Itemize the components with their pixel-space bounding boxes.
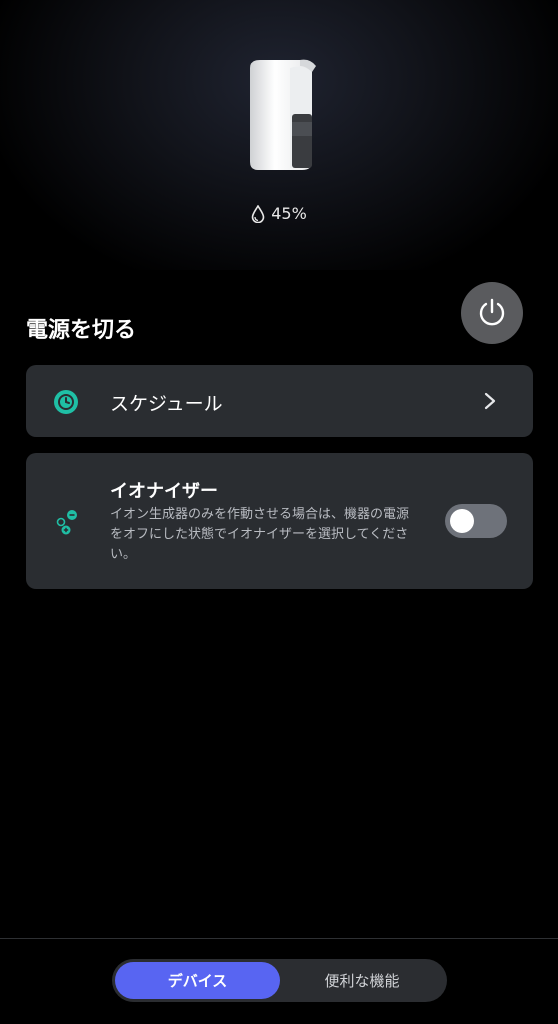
humidity-value: 45%: [271, 204, 307, 223]
water-drop-icon: [251, 204, 265, 223]
power-button[interactable]: [461, 282, 523, 344]
ionizer-description: イオン生成器のみを作動させる場合は、機器の電源をオフにした状態でイオナイザーを選…: [110, 507, 410, 562]
bottom-divider: [0, 938, 558, 939]
power-off-label: 電源を切る: [26, 318, 137, 343]
tab-device[interactable]: デバイス: [115, 962, 280, 999]
power-icon: [479, 298, 505, 326]
schedule-row[interactable]: スケジュール: [26, 365, 533, 437]
tab-features[interactable]: 便利な機能: [280, 962, 444, 999]
schedule-label: スケジュール: [110, 393, 223, 415]
air-purifier-icon: [250, 59, 316, 170]
chevron-right-icon: [484, 392, 496, 410]
device-hero: 45%: [0, 0, 558, 270]
clock-icon: [54, 390, 78, 414]
bottom-tab-switcher: デバイス 便利な機能: [112, 959, 447, 1002]
ionizer-toggle[interactable]: [445, 504, 507, 538]
ionizer-card: イオナイザー イオン生成器のみを作動させる場合は、機器の電源をオフにした状態でイ…: [26, 453, 533, 589]
ionizer-title: イオナイザー: [110, 481, 218, 502]
humidity-readout: 45%: [0, 204, 558, 223]
ion-icon: [56, 510, 77, 535]
toggle-knob: [450, 509, 474, 533]
